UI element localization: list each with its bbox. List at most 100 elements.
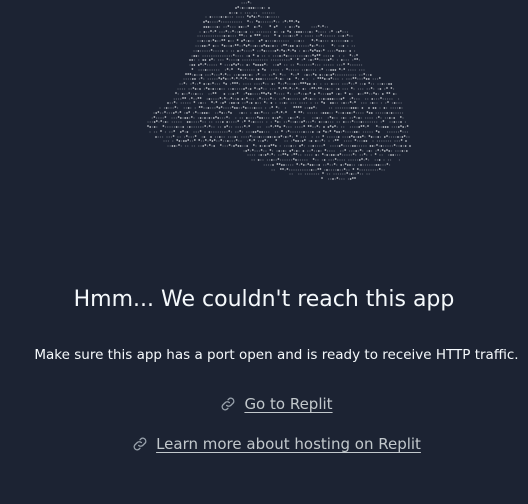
art-dot [208,31,210,33]
art-dot [229,74,231,76]
art-dot [244,77,247,79]
art-dot [259,112,261,114]
art-dot [315,83,317,85]
art-dot [273,69,275,71]
art-dot [298,164,300,166]
art-dot [230,35,232,37]
art-dot [269,154,271,156]
art-dot [270,125,273,127]
art-dot [214,107,216,109]
art-dot [227,16,229,18]
art-dot [227,107,229,109]
art-dot [302,169,304,171]
art-dot [365,74,367,76]
art-dot [284,82,287,84]
art-dot [391,98,393,100]
art-dot [325,40,327,42]
art-dot [288,145,290,147]
art-dot [344,173,346,175]
art-dot [265,45,268,47]
art-dot [347,63,350,65]
art-dot [281,40,283,42]
art-dot [221,35,223,37]
art-dot [321,117,323,119]
art-dot [262,59,264,61]
art-dot [173,117,175,119]
art-dot [366,88,368,90]
art-dot [313,87,316,89]
art-dot [228,144,231,146]
art-dot [368,88,370,90]
art-dot [338,98,340,100]
art-dot [359,78,361,80]
art-dot [348,169,350,171]
art-dot [217,88,219,90]
art-dot [282,168,284,170]
art-dot [170,107,172,109]
art-dot [322,98,325,100]
art-dot [193,145,195,147]
art-dot [265,88,267,90]
art-dot [287,21,289,23]
art-dot [354,74,356,76]
art-dot [358,98,360,100]
go-to-replit-link[interactable]: Go to Replit [244,395,332,413]
art-dot [363,159,365,161]
art-dot [248,102,250,104]
art-dot [318,92,320,94]
art-dot [241,131,243,133]
learn-more-hosting-link[interactable]: Learn more about hosting on Replit [156,435,421,453]
art-dot [298,45,300,47]
art-dot [353,131,356,133]
art-dot [334,50,336,52]
art-dot [354,101,356,103]
art-dot [212,16,214,18]
art-dot [245,97,248,99]
art-dot [244,12,246,14]
art-dot [283,54,286,56]
art-dot [211,145,213,147]
art-dot [221,136,223,138]
art-dot [236,92,239,94]
art-dot [208,59,211,61]
art-dot [310,55,312,57]
art-dot [311,39,314,41]
art-dot [318,136,320,138]
art-dot [267,112,269,114]
art-dot [290,164,292,166]
art-dot [261,68,264,70]
art-dot [309,31,311,33]
art-dot [295,69,297,71]
art-dot [175,111,177,113]
art-dot [230,131,232,133]
art-dot [397,150,399,152]
art-dot [367,121,369,123]
art-dot [328,64,330,66]
art-dot [195,126,197,128]
art-dot [381,154,383,156]
art-dot [236,88,238,90]
art-dot [371,102,374,104]
art-dot [327,126,330,128]
art-dot [202,64,204,66]
art-dot [313,106,315,108]
art-dot [229,16,231,18]
art-dot [383,140,385,142]
art-dot [198,69,200,71]
art-dot [228,31,230,33]
art-dot [260,26,262,28]
art-dot [342,35,345,37]
art-dot [256,130,259,132]
art-dot [200,63,202,65]
art-dot [188,136,190,138]
art-dot [339,74,341,76]
art-dot [336,102,338,104]
art-dot [237,145,240,147]
art-dot [380,164,382,166]
art-dot [331,88,333,90]
art-dot [342,117,345,119]
art-dot [247,140,249,142]
art-dot [268,117,270,119]
art-dot [297,78,299,80]
art-dot [281,130,283,132]
